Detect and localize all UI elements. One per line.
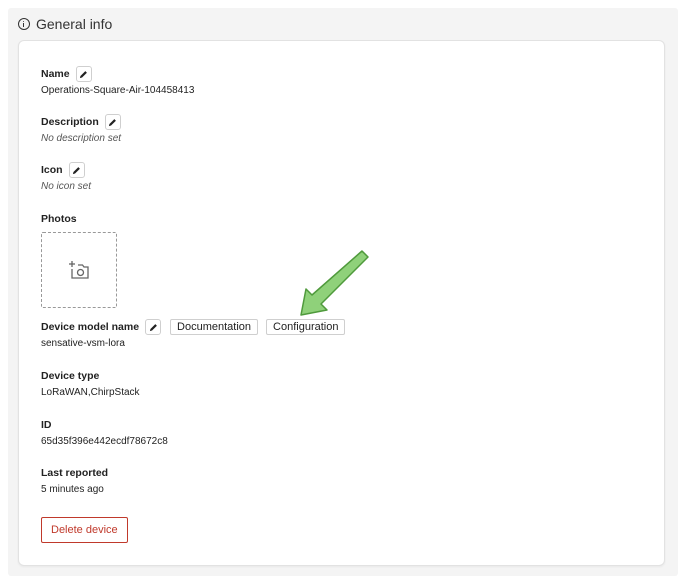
pencil-icon: [109, 118, 117, 126]
edit-device-model-button[interactable]: [145, 319, 162, 335]
device-type-field: Device type LoRaWAN,ChirpStack: [41, 367, 140, 398]
general-info-panel: General info Name Operations-Square-Air-…: [8, 8, 678, 576]
pencil-icon: [149, 323, 157, 331]
documentation-button[interactable]: Documentation: [170, 319, 259, 335]
info-icon: [18, 18, 30, 30]
description-value: No description set: [41, 133, 122, 144]
add-photo-icon: [69, 261, 89, 279]
edit-name-button[interactable]: [75, 66, 92, 82]
last-reported-label: Last reported: [41, 467, 109, 479]
photos-label: Photos: [41, 213, 77, 225]
device-type-label: Device type: [41, 370, 100, 382]
panel-header: General info: [18, 14, 112, 34]
description-label: Description: [41, 116, 99, 128]
add-photo-button[interactable]: [41, 232, 117, 308]
description-field: Description No description set: [41, 113, 121, 144]
annotation-arrow-icon: [300, 250, 369, 316]
last-reported-value: 5 minutes ago: [41, 484, 104, 495]
icon-value: No icon set: [41, 181, 92, 192]
icon-label: Icon: [41, 164, 63, 176]
name-value: Operations-Square-Air-104458413: [41, 85, 195, 96]
pencil-icon: [72, 166, 81, 174]
id-value: 65d35f396e442ecdf78672c8: [41, 436, 168, 447]
edit-description-button[interactable]: [104, 114, 121, 130]
last-reported-field: Last reported 5 minutes ago: [41, 464, 108, 495]
name-label: Name: [41, 68, 70, 80]
id-label: ID: [41, 419, 52, 431]
panel-title: General info: [36, 16, 113, 32]
device-model-label: Device model name: [41, 321, 140, 333]
delete-device-button[interactable]: Delete device: [41, 517, 128, 543]
icon-field: Icon No icon set: [41, 161, 91, 192]
id-field: ID 65d35f396e442ecdf78672c8: [41, 416, 168, 447]
pencil-icon: [80, 70, 88, 78]
photos-field: Photos: [41, 210, 117, 308]
info-card: Name Operations-Square-Air-104458413 Des…: [18, 40, 665, 566]
name-field: Name Operations-Square-Air-104458413: [41, 65, 194, 96]
edit-icon-button[interactable]: [68, 162, 85, 178]
device-model-value: sensative-vsm-lora: [41, 338, 125, 349]
device-type-value: LoRaWAN,ChirpStack: [41, 387, 140, 398]
